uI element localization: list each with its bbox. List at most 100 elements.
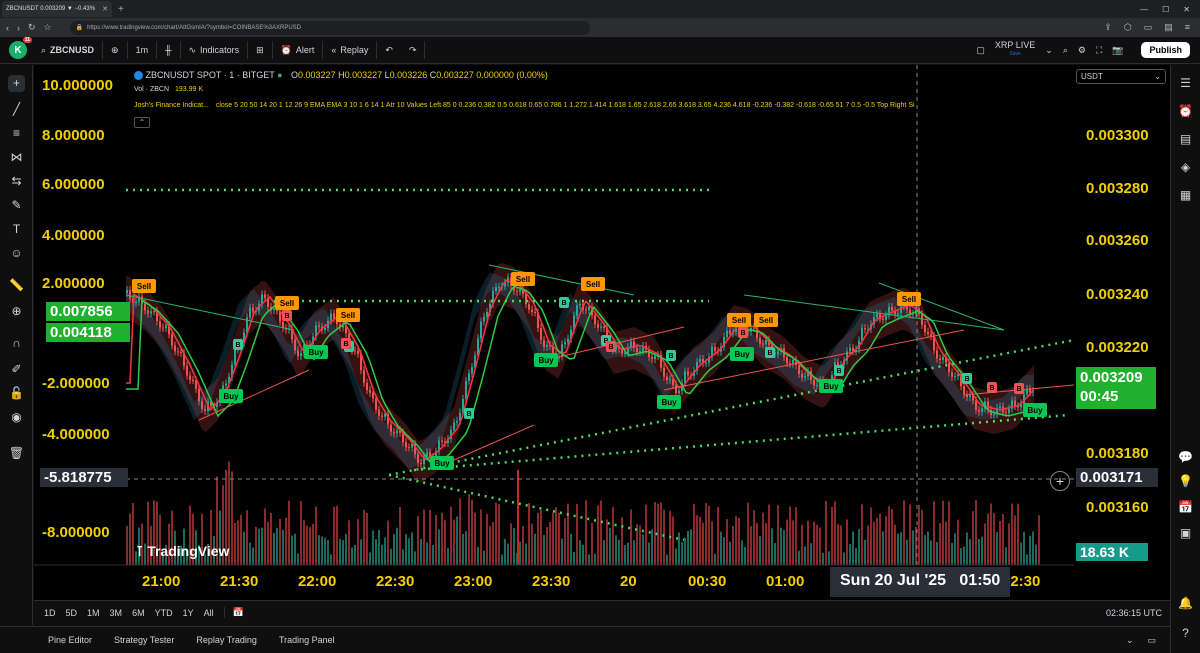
trend-line-icon[interactable]: ╱: [8, 101, 25, 118]
range-3m[interactable]: 3M: [110, 608, 123, 618]
notifications-icon[interactable]: 🔔: [1177, 595, 1194, 612]
settings-icon[interactable]: ⚙: [1078, 45, 1086, 56]
help-icon[interactable]: ?: [1177, 625, 1194, 642]
crosshair-icon[interactable]: +: [8, 75, 25, 92]
share-icon[interactable]: ⇪: [1104, 22, 1112, 33]
zoom-icon[interactable]: ⊕: [8, 303, 25, 320]
layouts-button[interactable]: ⊞: [248, 41, 273, 59]
tab-replay-trading[interactable]: Replay Trading: [196, 635, 257, 645]
candle-body: [198, 388, 200, 402]
layout-toggle-icon[interactable]: ▢: [976, 45, 985, 56]
volume-bar: [576, 504, 578, 565]
address-bar[interactable]: 🔒 https://www.tradingview.com/chart/AttG…: [69, 20, 590, 35]
bookmark-icon[interactable]: ☆: [44, 22, 52, 33]
reload-icon[interactable]: ↻: [28, 22, 36, 33]
tab-trading-panel[interactable]: Trading Panel: [279, 635, 335, 645]
calendar-icon[interactable]: ▦: [1177, 187, 1194, 204]
range-ytd[interactable]: YTD: [155, 608, 173, 618]
range-5d[interactable]: 5D: [66, 608, 78, 618]
volume-bar: [1026, 554, 1028, 565]
range-1d[interactable]: 1D: [44, 608, 56, 618]
indicators-button[interactable]: ∿ Indicators: [181, 41, 249, 59]
back-icon[interactable]: ‹: [6, 23, 9, 33]
volume-bar: [555, 507, 557, 565]
extension-icon[interactable]: ⬡: [1124, 22, 1132, 33]
notes-icon[interactable]: ▣: [1177, 525, 1194, 542]
volume-bar: [480, 509, 482, 565]
range-1m[interactable]: 1M: [87, 608, 100, 618]
add-alert-plus-icon[interactable]: +: [1050, 471, 1070, 491]
replay-button[interactable]: « Replay: [323, 41, 378, 59]
compare-button[interactable]: ⊕: [103, 41, 128, 59]
redo-button[interactable]: ↷: [401, 41, 426, 59]
avatar[interactable]: K 11: [9, 37, 32, 59]
pattern-icon[interactable]: ⋈: [8, 149, 25, 166]
text-icon[interactable]: T: [8, 221, 25, 238]
collapse-legend-icon[interactable]: ⌃: [134, 117, 150, 128]
emoji-icon[interactable]: ☺: [8, 245, 25, 262]
tab-pine-editor[interactable]: Pine Editor: [48, 635, 92, 645]
goto-date-icon[interactable]: 📅: [223, 607, 244, 618]
currency-select[interactable]: USDT ⌄: [1076, 69, 1166, 84]
calendar-events-icon[interactable]: 📅: [1177, 499, 1194, 516]
new-tab-icon[interactable]: +: [118, 4, 124, 15]
chart-canvas[interactable]: Sell Sell Sell Sell Sell Sell Sell Sell Buy Buy Bu…: [34, 65, 1170, 600]
object-tree-icon[interactable]: ▤: [1177, 131, 1194, 148]
camera-icon[interactable]: 📷: [1112, 45, 1123, 56]
undo-button[interactable]: ↶: [377, 41, 401, 59]
trash-icon[interactable]: 🗑: [8, 445, 25, 462]
publish-button[interactable]: Publish: [1141, 42, 1190, 58]
fib-icon[interactable]: ≡: [8, 125, 25, 142]
watchlist-icon[interactable]: ☰: [1177, 75, 1194, 92]
symbol-search[interactable]: ⌕ ZBCNUSD: [33, 41, 104, 59]
maximize-icon[interactable]: ☐: [1162, 5, 1169, 14]
layout-name[interactable]: XRP LIVE Save: [995, 41, 1035, 59]
drawing-toolbar: + ╱ ≡ ⋈ ⇆ ✎ T ☺ 📏 ⊕ ∩ ✐ 🔓 ◉ 🗑: [0, 65, 33, 625]
volume-bar: [777, 505, 779, 565]
ideas-icon[interactable]: 💡: [1177, 473, 1194, 490]
layers-icon[interactable]: ◈: [1177, 159, 1194, 176]
menu-icon[interactable]: ≡: [1185, 22, 1190, 33]
utc-clock[interactable]: 02:36:15 UTC: [1106, 608, 1162, 618]
close-window-icon[interactable]: ✕: [1183, 5, 1190, 14]
range-1y[interactable]: 1Y: [183, 608, 194, 618]
chart-pane[interactable]: Sell Sell Sell Sell Sell Sell Sell Sell Buy Buy Bu…: [34, 65, 1170, 600]
ruler-icon[interactable]: 📏: [8, 277, 25, 294]
chat-icon[interactable]: 💬: [1177, 449, 1194, 466]
candle-body: [363, 370, 365, 383]
chart-type-button[interactable]: ╫: [157, 41, 181, 59]
brush-icon[interactable]: ✎: [8, 197, 25, 214]
range-6m[interactable]: 6M: [132, 608, 145, 618]
candle-body: [330, 313, 332, 321]
interval-button[interactable]: 1m: [128, 41, 158, 59]
volume-bar: [414, 551, 416, 565]
candle-body: [1005, 412, 1007, 414]
minimize-icon[interactable]: —: [1140, 5, 1148, 14]
close-tab-icon[interactable]: ✕: [102, 5, 108, 13]
forecast-icon[interactable]: ⇆: [8, 173, 25, 190]
magnet-icon[interactable]: ∩: [8, 335, 25, 352]
sidebar-icon[interactable]: ▭: [1144, 22, 1153, 33]
candle-body: [939, 358, 941, 360]
candle-body: [603, 326, 605, 328]
range-all[interactable]: All: [204, 608, 214, 618]
alert-button[interactable]: ⏰ Alert: [273, 41, 324, 59]
volume-bar: [864, 539, 866, 565]
forward-icon[interactable]: ›: [17, 23, 20, 33]
collapse-panel-icon[interactable]: ⌄: [1126, 635, 1134, 646]
tab-strategy-tester[interactable]: Strategy Tester: [114, 635, 174, 645]
eye-icon[interactable]: ◉: [8, 409, 25, 426]
legend-title[interactable]: ZBCNUSDT SPOT · 1 · BITGET: [146, 70, 275, 80]
wallet-icon[interactable]: ▤: [1164, 22, 1173, 33]
alerts-icon[interactable]: ⏰: [1177, 103, 1194, 120]
lock-icon[interactable]: 🔓: [8, 385, 25, 402]
volume-bar: [996, 532, 998, 565]
fullscreen-icon[interactable]: ⛶: [1096, 45, 1102, 56]
browser-tab[interactable]: ZBCNUSDT 0.003209 ▼ −0.43% ✕: [2, 1, 112, 17]
indicator-legend[interactable]: Josh's Finance Indicat... close 5 20 50 …: [134, 102, 915, 109]
volume-bar: [258, 528, 260, 565]
chevron-down-icon[interactable]: ⌄: [1045, 45, 1053, 56]
quick-search-icon[interactable]: ⌕: [1063, 45, 1068, 56]
maximize-panel-icon[interactable]: ▭: [1147, 635, 1156, 646]
lock-drawing-icon[interactable]: ✐: [8, 361, 25, 378]
